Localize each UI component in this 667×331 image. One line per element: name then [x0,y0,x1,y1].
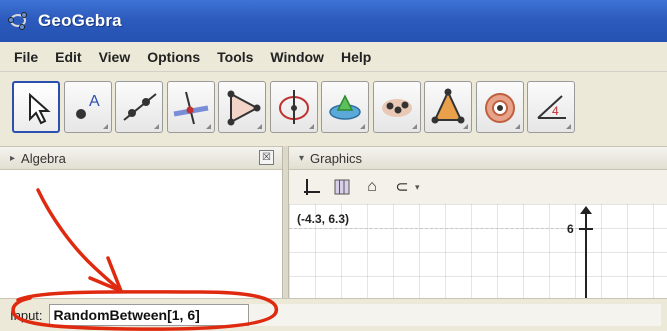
toolbar: A 4 [0,72,667,142]
input-bar-extension [248,304,661,326]
title-bar[interactable]: GeoGebra [0,0,667,42]
graphics-panel-header: ▾ Graphics [289,146,667,170]
expand-arrow-icon[interactable]: ▾ [299,153,304,164]
point-tool-button[interactable]: A [63,81,112,133]
angle-tool-button[interactable] [424,81,472,133]
close-icon[interactable]: ☒ [259,150,274,165]
show-grid-icon[interactable] [329,175,355,199]
algebra-view[interactable] [0,170,282,298]
coordinate-readout: (-4.3, 6.3) [297,212,350,226]
dropdown-arrow-icon[interactable]: ▾ [415,182,420,193]
svg-text:A: A [89,93,100,110]
menu-edit[interactable]: Edit [55,49,81,65]
input-field[interactable]: RandomBetween[1, 6] [48,304,249,326]
polygon-tool-button[interactable] [218,81,266,133]
menu-help[interactable]: Help [341,49,371,65]
line-tool-button[interactable] [115,81,163,133]
circle-with-center-icon [278,90,309,124]
slider-icon [484,93,515,123]
line-through-two-points-icon [123,93,157,121]
menu-bar: File Edit View Options Tools Window Help [0,42,667,72]
polygon-icon [227,90,261,126]
collapse-arrow-icon[interactable]: ▸ [10,153,15,164]
show-axes-icon[interactable] [299,175,325,199]
perpendicular-tool-button[interactable] [166,81,215,133]
algebra-title: Algebra [21,150,66,166]
y-axis-tick [579,228,593,230]
point-capturing-icon[interactable]: ⊂ [389,175,415,199]
ellipse-icon [329,94,361,120]
move-tool-button[interactable] [12,81,60,133]
text-icon: 4 [537,95,566,119]
menu-options[interactable]: Options [147,49,200,65]
y-axis-tick-label: 6 [567,222,574,236]
algebra-panel-header: ▸ Algebra ☒ [0,146,282,170]
reflect-tool-button[interactable] [372,81,421,133]
geogebra-window: GeoGebra File Edit View Options Tools Wi… [0,0,667,331]
menu-file[interactable]: File [14,49,38,65]
angle-icon [431,88,465,124]
perpendicular-line-icon [173,91,208,125]
input-label: Input: [10,307,43,323]
ellipse-tool-button[interactable] [321,81,369,133]
point-icon: A [75,93,100,119]
geogebra-logo-icon [8,11,28,31]
window-title: GeoGebra [38,11,122,30]
panel-splitter[interactable] [282,146,289,298]
text-tool-button[interactable]: 4 [527,81,575,133]
move-arrow-icon [29,92,51,125]
reflect-about-line-icon [381,99,412,117]
graphics-style-bar: ⌂ ⊂ ▾ [289,170,667,204]
menu-view[interactable]: View [99,49,131,65]
svg-text:4: 4 [552,104,559,118]
input-bar: Input: RandomBetween[1, 6] [0,298,667,331]
menu-tools[interactable]: Tools [217,49,253,65]
home-icon[interactable]: ⌂ [359,175,385,199]
circle-tool-button[interactable] [269,81,318,133]
gridline [289,228,579,229]
graphics-canvas[interactable]: (-4.3, 6.3) 6 [289,204,667,298]
graphics-title: Graphics [310,150,363,166]
slider-tool-button[interactable] [475,81,524,133]
y-axis [585,210,587,298]
menu-window[interactable]: Window [270,49,324,65]
